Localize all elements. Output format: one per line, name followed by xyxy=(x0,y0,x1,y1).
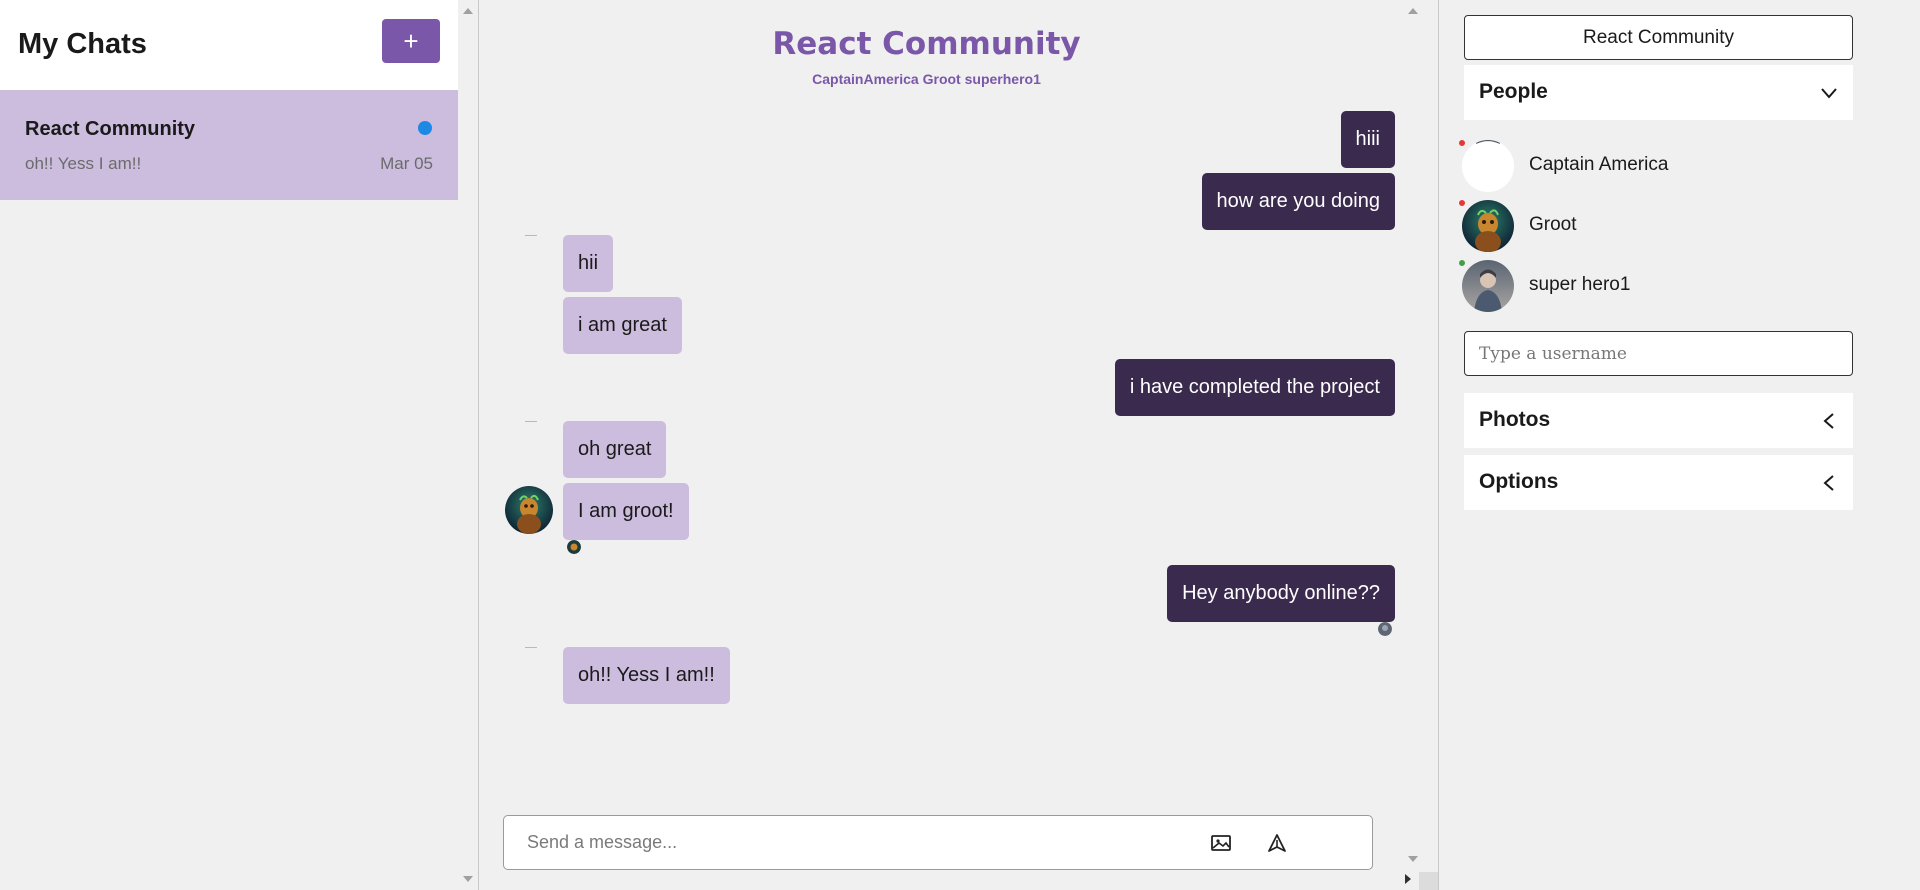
chevron-left-icon xyxy=(1819,473,1839,493)
photos-section-header[interactable]: Photos xyxy=(1464,393,1853,448)
people-section-header[interactable]: People xyxy=(1464,65,1853,120)
super-hero1-avatar xyxy=(1462,260,1514,312)
chat-list-panel: My Chats + React Community oh!! Yess I a… xyxy=(0,0,458,890)
person-name: Groot xyxy=(1529,214,1577,235)
chevron-left-icon xyxy=(1819,411,1839,431)
chat-feed-title: React Community xyxy=(772,26,1081,62)
scroll-up-arrow-icon[interactable] xyxy=(1408,8,1418,14)
message-bubble-mine: how are you doing xyxy=(1201,173,1395,230)
message-bubble-mine: i have completed the project xyxy=(1114,359,1395,416)
username-search-input[interactable] xyxy=(1464,331,1853,376)
message-bubble-theirs: oh great xyxy=(563,421,667,478)
person-name: Captain America xyxy=(1529,154,1669,175)
message-bubble-theirs: i am great xyxy=(563,297,682,354)
sender-avatar-placeholder xyxy=(525,647,537,648)
options-section-label: Options xyxy=(1479,470,1559,493)
scroll-down-arrow-icon[interactable] xyxy=(1408,856,1418,862)
message-bubble-theirs: hii xyxy=(563,235,614,292)
chat-feed: React Community CaptainAmerica Groot sup… xyxy=(479,0,1439,890)
groot-avatar xyxy=(505,486,553,534)
chat-feed-members: CaptainAmerica Groot superhero1 xyxy=(812,71,1041,87)
online-status-dot xyxy=(1459,260,1465,266)
message-input[interactable] xyxy=(505,817,1195,868)
captain-america-avatar xyxy=(1462,140,1514,192)
chevron-down-icon xyxy=(1819,83,1839,103)
offline-status-dot xyxy=(1459,200,1465,206)
read-receipt-avatar xyxy=(1378,622,1392,636)
message-bubble-mine: hiii xyxy=(1340,111,1395,168)
scroll-down-arrow-icon[interactable] xyxy=(463,876,473,882)
group-name-button[interactable]: React Community xyxy=(1464,15,1853,60)
chat-settings-panel: React Community People Captain America G… xyxy=(1439,0,1920,890)
sender-avatar-placeholder xyxy=(525,421,537,422)
unread-indicator xyxy=(418,121,432,135)
chat-card-preview: oh!! Yess I am!! xyxy=(25,154,142,173)
person-row-captain-america[interactable]: Captain America xyxy=(1459,137,1859,195)
photos-section-label: Photos xyxy=(1479,408,1551,431)
sender-avatar-placeholder xyxy=(525,235,537,236)
chat-card-title: React Community xyxy=(25,118,196,140)
person-row-super-hero1[interactable]: super hero1 xyxy=(1459,257,1859,315)
chat-list-scrollbar[interactable] xyxy=(458,0,479,890)
chat-card-date: Mar 05 xyxy=(380,154,433,173)
person-row-groot[interactable]: Groot xyxy=(1459,197,1859,255)
chat-app: My Chats + React Community oh!! Yess I a… xyxy=(0,0,1920,890)
send-icon[interactable] xyxy=(1266,832,1288,854)
message-composer xyxy=(503,815,1373,870)
chat-list-title: My Chats xyxy=(18,28,147,60)
message-bubble-theirs: oh!! Yess I am!! xyxy=(563,647,730,704)
image-upload-icon[interactable] xyxy=(1210,832,1232,854)
groot-avatar xyxy=(1462,200,1514,252)
people-section-label: People xyxy=(1479,80,1548,103)
scroll-right-arrow-icon[interactable] xyxy=(1405,874,1411,884)
person-name: super hero1 xyxy=(1529,274,1631,295)
options-section-header[interactable]: Options xyxy=(1464,455,1853,510)
chat-list-header: My Chats + xyxy=(0,0,458,90)
new-chat-button[interactable]: + xyxy=(382,19,440,63)
read-receipt-avatar xyxy=(567,540,581,554)
message-bubble-theirs: I am groot! xyxy=(563,483,689,540)
scrollbar-corner xyxy=(1419,872,1439,890)
message-bubble-mine: Hey anybody online?? xyxy=(1167,565,1395,622)
offline-status-dot xyxy=(1459,140,1465,146)
chat-card-react-community[interactable]: React Community oh!! Yess I am!! Mar 05 xyxy=(0,90,458,200)
scroll-up-arrow-icon[interactable] xyxy=(463,8,473,14)
